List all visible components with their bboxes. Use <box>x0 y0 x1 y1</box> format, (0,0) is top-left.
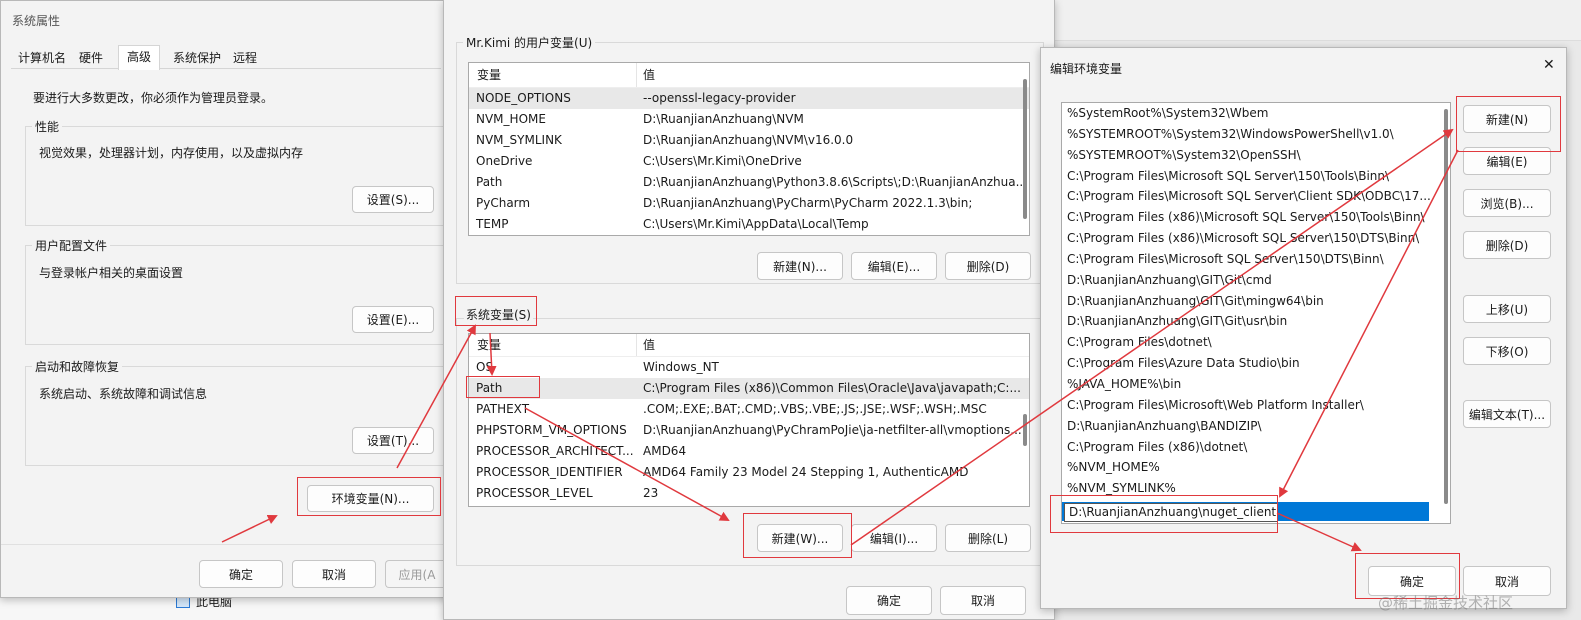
arrow-to-path-row <box>486 332 497 376</box>
watermark: @稀土掘金技术社区 <box>1378 594 1514 612</box>
arrow-path-to-new <box>524 407 730 521</box>
arrow-entry-to-ok <box>1276 512 1362 552</box>
arrow-new-to-entry <box>1279 149 1459 498</box>
annotation-arrows <box>221 128 1459 552</box>
arrow-to-env-button <box>221 514 278 543</box>
arrow-to-system-vars <box>396 324 476 469</box>
